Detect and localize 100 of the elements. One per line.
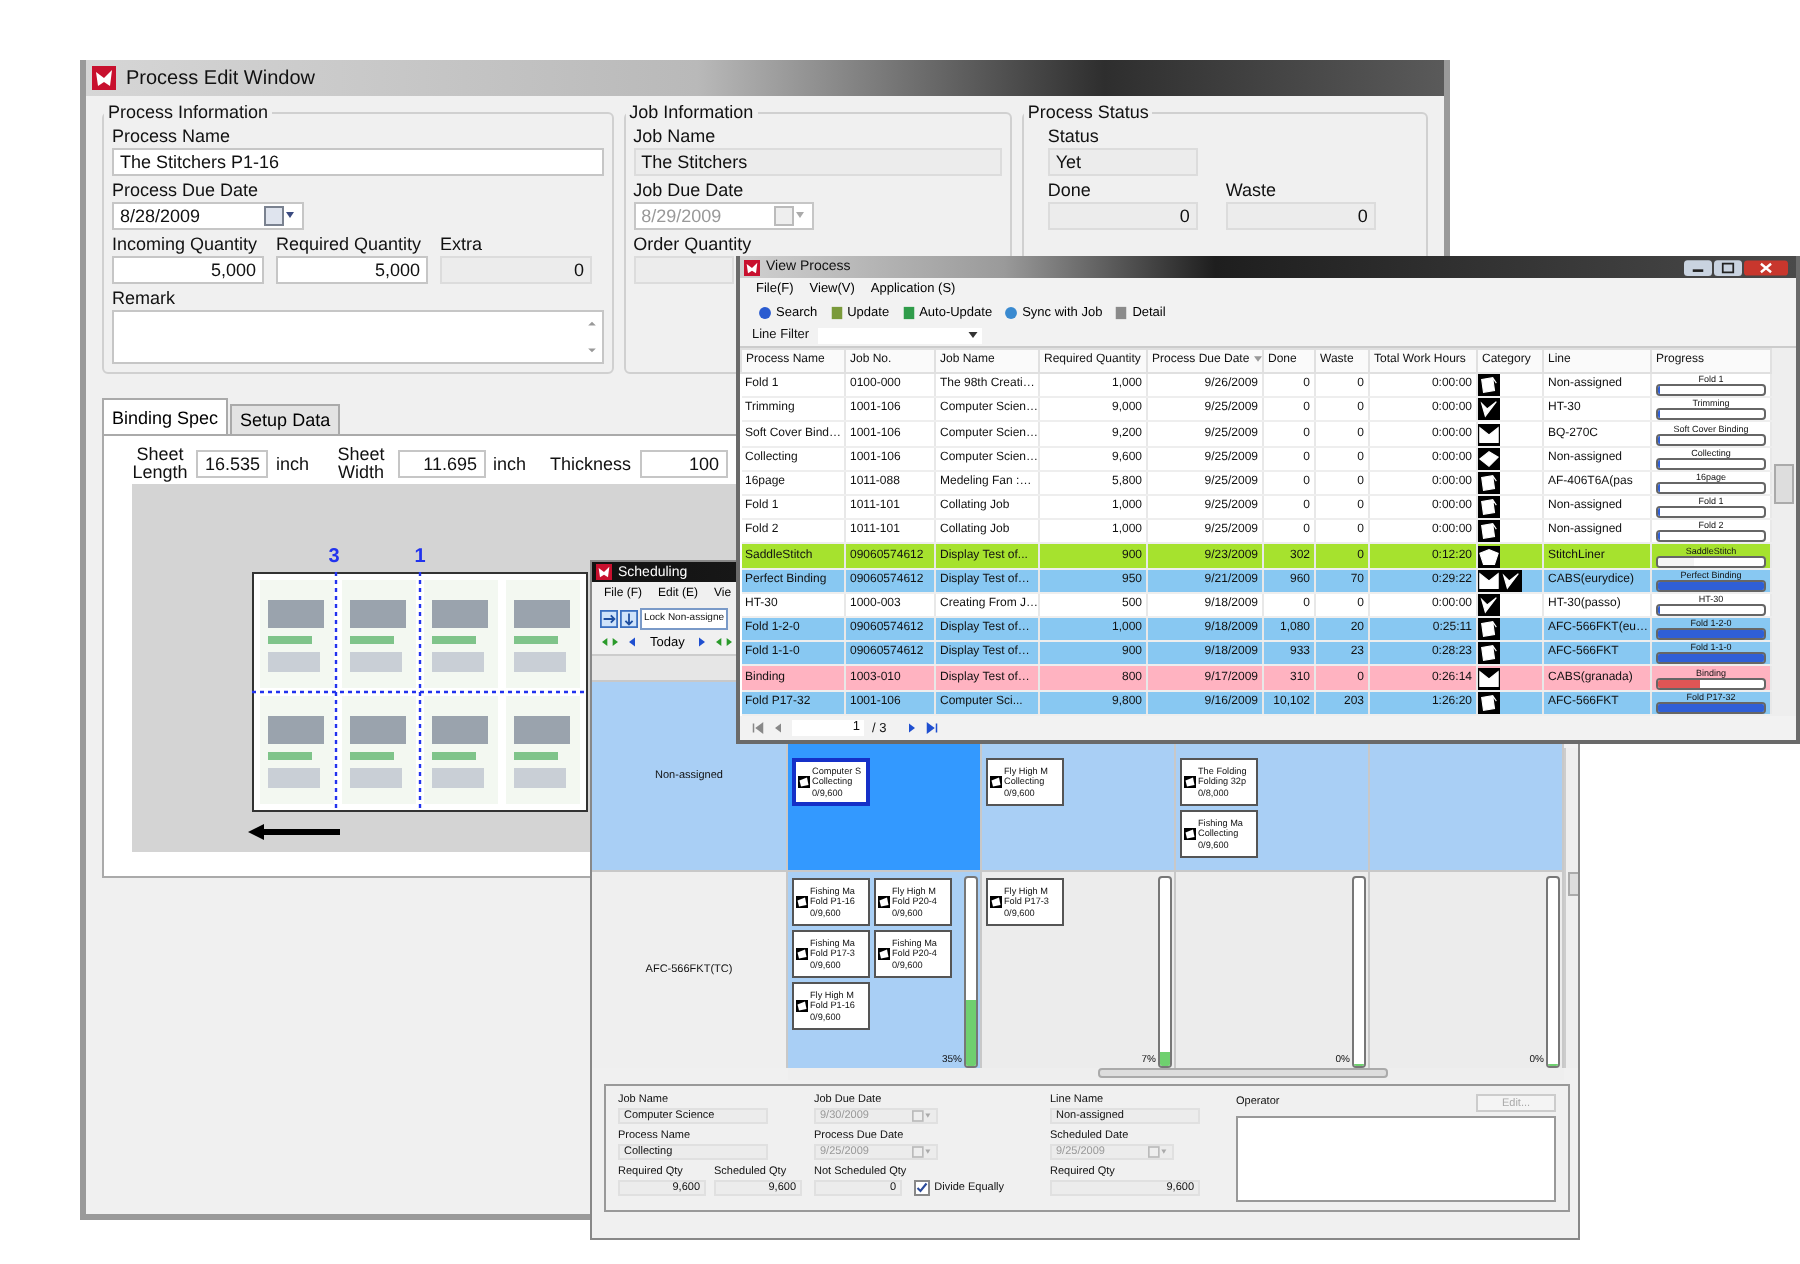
group-title: Process Status [1025, 102, 1151, 122]
field-label: Remark [112, 288, 178, 310]
tab[interactable]: Binding Spec [102, 398, 229, 434]
remark-field[interactable] [112, 310, 604, 364]
category-icon [1478, 374, 1500, 396]
progress-bar [1656, 555, 1766, 567]
category-icon [1478, 618, 1500, 640]
field-label: Thickness [550, 454, 632, 474]
progress-bar [1656, 677, 1766, 689]
field-label: Order Quantity [633, 234, 754, 256]
fold-icon [878, 896, 890, 908]
progress-bar [1656, 628, 1766, 640]
calendar-icon [773, 206, 806, 226]
last-page-icon[interactable] [926, 722, 939, 734]
group-title: Process Information [106, 102, 271, 122]
date-field: 8/29/2009 [633, 202, 814, 230]
date-field[interactable]: 8/28/2009 [112, 202, 304, 230]
progress-bar [1656, 652, 1766, 664]
field-label: Extra [440, 234, 485, 256]
input-field[interactable]: 5,000 [112, 256, 264, 284]
tab[interactable]: Setup Data [230, 404, 341, 434]
maximize-icon[interactable] [1714, 259, 1742, 275]
minimize-icon[interactable] [1684, 259, 1712, 275]
fold-icon [990, 776, 1002, 788]
fold-number: 3 [328, 546, 340, 568]
field-label: Required Quantity [276, 234, 424, 256]
calendar-icon [912, 1110, 932, 1122]
category-icon [1478, 691, 1500, 713]
scrollbar[interactable] [1564, 748, 1578, 1068]
app-logo-icon [92, 66, 116, 90]
input-field: 0 [1225, 202, 1376, 230]
field-label: Sheet Length [132, 446, 188, 482]
double-arrow-icon[interactable] [716, 636, 733, 648]
fold-icon [878, 948, 890, 960]
progress-bar [1656, 408, 1766, 420]
category-icon [1478, 423, 1500, 445]
window-title: Process Edit Window [126, 67, 315, 89]
field-label: Incoming Quantity [112, 234, 260, 256]
category-icon [1478, 569, 1500, 591]
field-label: Sheet Width [335, 446, 387, 482]
fold-icon [796, 948, 808, 960]
category-icon [1478, 471, 1500, 493]
input-field: The Stitchers [633, 148, 1002, 176]
progress-bar [1656, 701, 1766, 713]
fold-icon [796, 1000, 808, 1012]
previous-icon[interactable] [624, 636, 640, 648]
expand-icon[interactable] [600, 609, 618, 627]
category-icon [1478, 520, 1500, 542]
progress-bar [1656, 433, 1766, 445]
calendar-icon [264, 206, 296, 226]
caret-icon [967, 332, 978, 338]
fold-icon [1184, 828, 1196, 840]
unit-label: inch [493, 454, 527, 474]
group-title: Job Information [627, 102, 756, 122]
fold-icon [796, 896, 808, 908]
category-icon [1478, 545, 1500, 567]
field-label: Job Due Date [633, 180, 746, 202]
close-icon[interactable] [1744, 259, 1788, 275]
next-page-icon[interactable] [906, 722, 919, 734]
field-label: Process Due Date [112, 180, 261, 202]
fold-icon [1184, 776, 1196, 788]
input-field[interactable]: 16.535 [196, 450, 268, 478]
sort-icon [1253, 356, 1261, 362]
category-icon [1478, 667, 1500, 689]
input-field[interactable]: 11.695 [397, 450, 486, 478]
fold-number: 1 [414, 546, 426, 568]
calendar-icon [912, 1146, 932, 1158]
input-field[interactable]: 5,000 [276, 256, 428, 284]
left-arrow-icon [248, 824, 340, 840]
progress-bar [1656, 579, 1766, 591]
collapse-icon[interactable] [620, 609, 638, 627]
checkbox[interactable] [914, 1180, 931, 1196]
first-page-icon[interactable] [752, 722, 764, 734]
progress-bar [1656, 530, 1766, 542]
progress-bar [1656, 603, 1766, 616]
progress-bar [1656, 506, 1766, 518]
field-label: Status [1047, 126, 1101, 148]
input-field[interactable]: The Stitchers P1-16 [112, 148, 604, 176]
status-field: Yet [1047, 148, 1198, 176]
progress-bar [1656, 384, 1766, 396]
fold-icon [990, 896, 1002, 908]
fold-icon [798, 776, 810, 788]
scrollbar[interactable] [1772, 348, 1796, 716]
double-arrow-icon[interactable] [602, 636, 618, 648]
field-label: Process Name [112, 126, 233, 148]
previous-page-icon[interactable] [772, 722, 784, 734]
progress-bar [1656, 457, 1766, 469]
unit-label: inch [276, 454, 310, 474]
input-field: 0 [440, 256, 592, 284]
input-field: 0 [1047, 202, 1198, 230]
operator-list[interactable] [1236, 1116, 1556, 1202]
category-icon [1478, 593, 1500, 616]
calendar-icon [1148, 1146, 1168, 1158]
category-icon [1478, 447, 1500, 469]
input-field[interactable]: 100 [639, 450, 728, 478]
category-icon [1478, 496, 1500, 518]
app-logo-icon [744, 259, 760, 275]
category-icon [1478, 642, 1500, 664]
field-label: Done [1047, 180, 1093, 202]
field-label: Waste [1225, 180, 1279, 202]
